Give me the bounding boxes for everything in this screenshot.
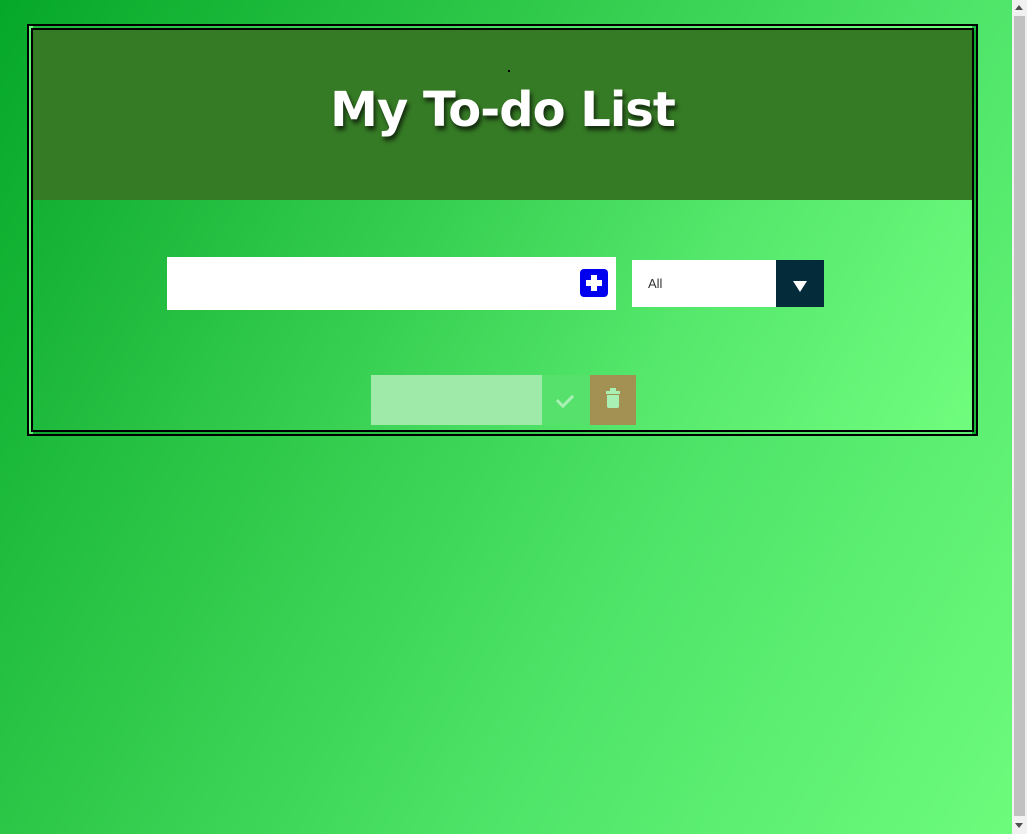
todo-item-text [371,375,542,425]
scroll-thumb[interactable] [1014,16,1025,816]
add-todo-button[interactable] [580,269,608,297]
filter-select[interactable]: All [632,260,824,307]
filter-selected-value: All [648,276,663,291]
check-icon [555,389,575,409]
todo-input[interactable] [167,257,567,310]
header-dot [508,70,510,72]
todo-item [371,375,636,425]
todo-app-frame: My To-do List All [27,24,978,436]
header: My To-do List [33,30,972,200]
page-title: My To-do List [330,82,676,138]
page: My To-do List All [0,0,1012,832]
filter-dropdown-toggle[interactable] [776,260,824,307]
scroll-up-arrow-icon[interactable] [1015,5,1023,10]
scroll-down-arrow-icon[interactable] [1015,823,1023,828]
complete-button[interactable] [542,375,590,425]
add-todo-form [167,257,616,310]
vertical-scrollbar[interactable] [1012,0,1027,834]
caret-down-icon [793,281,807,292]
delete-button[interactable] [590,375,636,425]
